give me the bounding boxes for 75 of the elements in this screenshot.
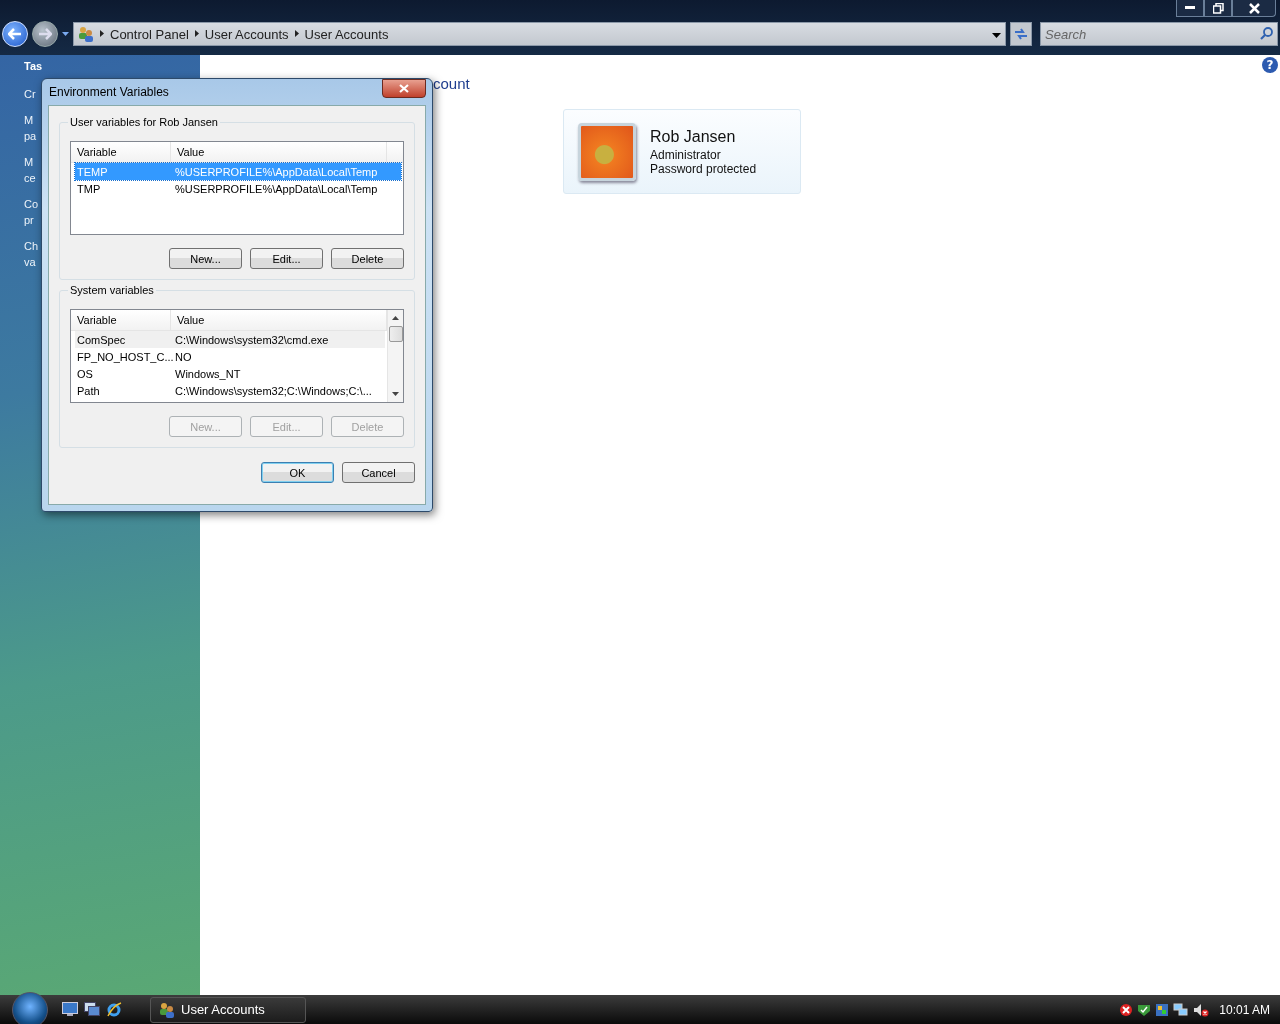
- scroll-thumb[interactable]: [388, 326, 403, 342]
- page-heading: count: [433, 75, 470, 92]
- browser-icon[interactable]: [106, 1001, 122, 1018]
- start-button[interactable]: [12, 991, 48, 1024]
- back-button[interactable]: [2, 21, 28, 47]
- refresh-icon: [1014, 28, 1028, 40]
- list-row[interactable]: ComSpec C:\Windows\system32\cmd.exe: [75, 331, 385, 348]
- taskbar-button[interactable]: User Accounts: [150, 996, 306, 1023]
- breadcrumb-item[interactable]: Control Panel: [110, 26, 189, 42]
- close-icon: [1248, 2, 1260, 14]
- dialog-title: Environment Variables: [48, 85, 169, 99]
- forward-button[interactable]: [32, 21, 58, 47]
- dialog-button[interactable]: OK: [261, 462, 334, 483]
- scrollbar[interactable]: [387, 310, 403, 402]
- variable-name: Path: [76, 384, 101, 397]
- search-icon[interactable]: [1260, 27, 1273, 40]
- group-label: System variables: [68, 284, 156, 296]
- list-row[interactable]: Path C:\Windows\system32;C:\Windows;C:\...: [75, 382, 385, 399]
- clock[interactable]: 10:01 AM: [1219, 1002, 1270, 1017]
- variable-value: NO: [174, 350, 193, 363]
- windows-icon[interactable]: [84, 1001, 100, 1016]
- list-button[interactable]: New...: [169, 248, 242, 269]
- refresh-button[interactable]: [1010, 22, 1032, 46]
- account-card[interactable]: Rob Jansen Administrator Password protected: [563, 109, 801, 194]
- dropdown-icon[interactable]: [62, 32, 69, 36]
- users-icon: [159, 1001, 175, 1018]
- variable-value: C:\Windows\system32;C:\Windows;C:\...: [174, 384, 373, 397]
- search-field[interactable]: Search: [1040, 22, 1278, 46]
- dialog-button[interactable]: Cancel: [342, 462, 415, 483]
- desktop-icon[interactable]: [62, 1001, 78, 1016]
- chevron-icon: [194, 29, 199, 39]
- shield-error-icon[interactable]: [1119, 1002, 1134, 1017]
- list-row[interactable]: OS Windows_NT: [75, 365, 385, 382]
- variable-name: TEMP: [76, 165, 109, 178]
- variable-value: C:\Windows\system32\cmd.exe: [174, 333, 330, 346]
- shield-check-icon[interactable]: [1137, 1002, 1152, 1017]
- forward-arrow-icon: [38, 28, 52, 40]
- restore-button[interactable]: [1204, 0, 1232, 17]
- sidebar-heading: Tas: [24, 60, 44, 72]
- chevron-icon: [294, 29, 299, 39]
- close-icon: [399, 83, 409, 93]
- back-arrow-icon: [8, 28, 22, 40]
- avatar-picture: [578, 122, 636, 181]
- close-button[interactable]: [1232, 0, 1276, 17]
- account-name: Rob Jansen: [650, 127, 737, 146]
- breadcrumb-item[interactable]: User Accounts: [204, 26, 289, 42]
- network-icon[interactable]: [1173, 1002, 1190, 1017]
- variable-list[interactable]: Variable Value TEMP %USERPROFILE%\AppData\Local\Temp TMP %USERPROFILE%\AppData\Local\Temp: [70, 141, 404, 235]
- close-button[interactable]: [382, 78, 426, 98]
- variable-name: FP_NO_HOST_C...: [76, 350, 173, 363]
- minimize-button[interactable]: [1176, 0, 1204, 17]
- chevron-icon: [100, 29, 104, 39]
- breadcrumb-item[interactable]: User Accounts: [304, 26, 389, 42]
- taskbar-button-label: User Accounts: [181, 1002, 265, 1017]
- list-row[interactable]: TMP %USERPROFILE%\AppData\Local\Temp: [75, 180, 401, 197]
- group-label: User variables for Rob Jansen: [68, 116, 220, 128]
- account-role: Administrator: [650, 147, 722, 162]
- restore-icon: [1212, 2, 1224, 14]
- variable-value: %USERPROFILE%\AppData\Local\Temp: [174, 165, 379, 178]
- variable-name: ComSpec: [76, 333, 127, 346]
- list-row[interactable]: FP_NO_HOST_C...NO: [75, 348, 385, 365]
- variable-value: Windows_NT: [174, 367, 242, 380]
- list-button[interactable]: Edit...: [250, 248, 323, 269]
- update-icon[interactable]: [1155, 1002, 1170, 1017]
- users-icon: [78, 26, 94, 42]
- help-button[interactable]: ?: [1262, 57, 1278, 73]
- list-button[interactable]: Delete: [331, 248, 404, 269]
- column-header[interactable]: Variable: [71, 310, 171, 330]
- volume-muted-icon[interactable]: [1193, 1002, 1210, 1017]
- variable-name: OS: [76, 367, 94, 380]
- variable-name: TMP: [76, 182, 102, 195]
- account-status: Password protected: [650, 161, 757, 176]
- variable-value: %USERPROFILE%\AppData\Local\Temp: [174, 182, 379, 195]
- minimize-icon: [1185, 6, 1195, 10]
- variable-list[interactable]: Variable Value ComSpec C:\Windows\system32\cmd.exe FP_NO_HOST_C...NO OS Windows_NT Path C:\Windows\system32;C:\Windows;C:\...: [70, 309, 404, 403]
